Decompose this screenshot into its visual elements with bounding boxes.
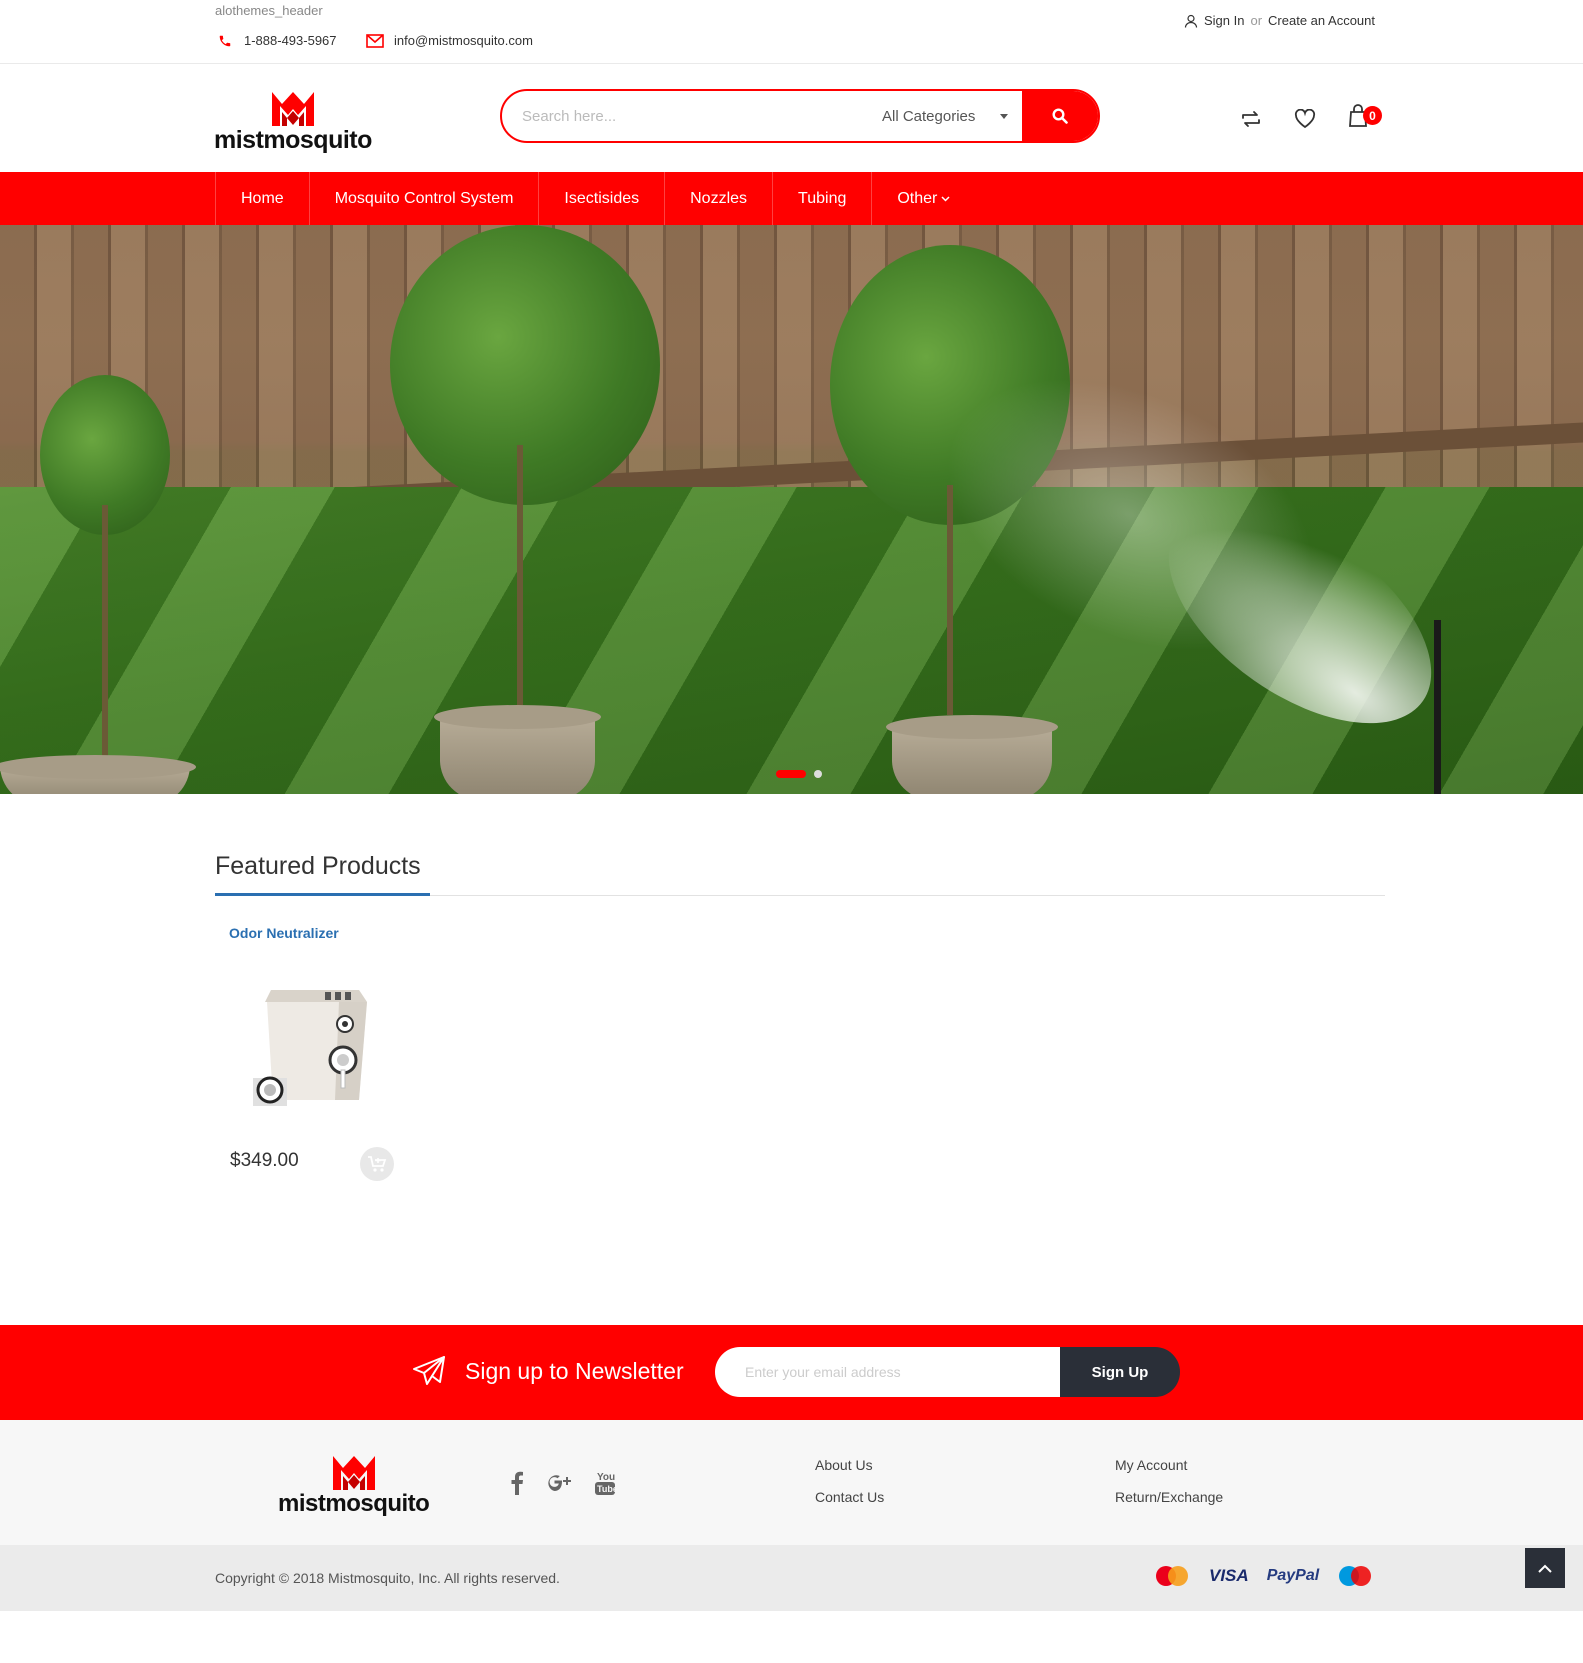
logo-text: mistmosquito <box>214 126 372 154</box>
header-icons: 0 <box>1240 104 1382 133</box>
slide-pot <box>886 715 1058 794</box>
category-select[interactable]: All Categories <box>882 108 1022 125</box>
product-price: $349.00 <box>230 1150 299 1171</box>
logo-mark-icon <box>271 92 314 126</box>
compare-icon[interactable] <box>1240 109 1262 129</box>
phone-icon <box>219 35 231 46</box>
account-links: Sign In or Create an Account <box>1184 13 1375 28</box>
payment-methods: VISA PayPal <box>1153 1565 1373 1587</box>
search-input[interactable] <box>502 91 882 141</box>
hero-slider[interactable] <box>0 225 1583 794</box>
newsletter-form: Sign Up <box>715 1347 1180 1397</box>
slider-dot-1[interactable] <box>776 770 806 778</box>
newsletter-signup-button[interactable]: Sign Up <box>1060 1347 1180 1397</box>
slider-dots <box>776 770 822 778</box>
logo-mark-icon <box>332 1456 375 1490</box>
slide-pot <box>434 705 601 794</box>
create-account-link[interactable]: Create an Account <box>1268 13 1375 28</box>
footer-link-contact-us[interactable]: Contact Us <box>815 1489 884 1505</box>
nav-label: Other <box>897 189 938 207</box>
section-title-underline <box>215 893 430 896</box>
sign-in-link[interactable]: Sign In <box>1204 13 1244 28</box>
footer-links-col-1: About Us Contact Us <box>815 1457 884 1505</box>
footer-link-about-us[interactable]: About Us <box>815 1457 884 1473</box>
user-icon <box>1184 14 1198 28</box>
main-nav: Home Mosquito Control System Isectisides… <box>0 172 1583 225</box>
footer-links-col-2: My Account Return/Exchange <box>1115 1457 1223 1505</box>
maestro-icon <box>1339 1566 1372 1586</box>
nav-label: Home <box>241 189 284 207</box>
nav-item-other[interactable]: Other <box>871 172 975 225</box>
mail-icon <box>366 33 384 48</box>
caret-down-icon <box>1000 113 1008 119</box>
newsletter-title: Sign up to Newsletter <box>465 1358 684 1384</box>
chevron-down-icon <box>941 195 950 202</box>
cart-add-icon <box>368 1156 387 1172</box>
product-name-link[interactable]: Odor Neutralizer <box>229 925 339 941</box>
logo-text: mistmosquito <box>278 1490 430 1517</box>
product-image[interactable] <box>253 980 373 1106</box>
email-address: info@mistmosquito.com <box>394 33 533 48</box>
footer-link-my-account[interactable]: My Account <box>1115 1457 1223 1473</box>
nav-label: Isectisides <box>564 189 640 207</box>
svg-text:Tube: Tube <box>597 1484 616 1494</box>
phone-number: 1-888-493-5967 <box>244 33 337 48</box>
nav-item-nozzles[interactable]: Nozzles <box>664 172 772 225</box>
category-selected: All Categories <box>882 107 976 125</box>
cart-count-badge: 0 <box>1363 106 1382 125</box>
or-text: or <box>1250 13 1263 28</box>
wishlist-heart-icon[interactable] <box>1294 108 1316 129</box>
footer-bottom-bar: Copyright © 2018 Mistmosquito, Inc. All … <box>0 1545 1583 1611</box>
paypal-logo: PayPal <box>1266 1567 1320 1584</box>
site-logo[interactable]: mistmosquito <box>214 88 372 153</box>
chevron-up-icon <box>1538 1564 1552 1573</box>
nav-item-tubing[interactable]: Tubing <box>772 172 871 225</box>
mastercard-icon <box>1156 1566 1188 1586</box>
nav-item-mosquito-control-system[interactable]: Mosquito Control System <box>308 172 539 225</box>
slide-tree <box>30 375 180 794</box>
youtube-icon[interactable]: YouTube <box>594 1470 616 1496</box>
main-header: mistmosquito All Categories 0 <box>0 64 1583 172</box>
slider-dot-2[interactable] <box>814 770 822 778</box>
footer-link-return-exchange[interactable]: Return/Exchange <box>1115 1489 1223 1505</box>
nav-item-isectisides[interactable]: Isectisides <box>538 172 664 225</box>
back-to-top-button[interactable] <box>1525 1548 1565 1588</box>
google-plus-icon[interactable] <box>546 1472 572 1494</box>
search-button[interactable] <box>1022 91 1098 141</box>
newsletter-email-input[interactable] <box>715 1347 1060 1397</box>
newsletter-bar: Sign up to Newsletter Sign Up <box>0 1325 1583 1420</box>
footer-logo[interactable]: mistmosquito <box>278 1452 430 1517</box>
search-bar: All Categories <box>500 89 1100 143</box>
facebook-icon[interactable] <box>510 1471 524 1495</box>
social-links: You Tube <box>510 1470 616 1496</box>
visa-logo: VISA <box>1209 1566 1249 1585</box>
add-to-cart-button[interactable] <box>360 1147 394 1181</box>
search-icon <box>1052 108 1068 124</box>
slide-nozzle <box>1434 620 1441 794</box>
slide-tree <box>370 225 670 745</box>
header-brand-text: alothemes_header <box>215 3 323 18</box>
paper-plane-icon <box>413 1356 445 1385</box>
nav-label: Nozzles <box>690 189 748 207</box>
footer: mistmosquito You Tube About Us Contact Us… <box>0 1420 1583 1545</box>
nav-label: Tubing <box>798 189 847 207</box>
nav-label: Mosquito Control System <box>334 189 514 207</box>
slide-pot <box>0 755 196 794</box>
email-contact[interactable]: info@mistmosquito.com <box>366 33 533 48</box>
nav-item-home[interactable]: Home <box>215 172 309 225</box>
featured-products-title: Featured Products <box>215 852 421 880</box>
copyright-text: Copyright © 2018 Mistmosquito, Inc. All … <box>215 1570 560 1586</box>
top-bar: alothemes_header 1-888-493-5967 info@mis… <box>0 0 1583 64</box>
svg-text:You: You <box>597 1472 615 1483</box>
cart-button[interactable]: 0 <box>1348 104 1382 133</box>
phone-contact[interactable]: 1-888-493-5967 <box>218 33 337 48</box>
